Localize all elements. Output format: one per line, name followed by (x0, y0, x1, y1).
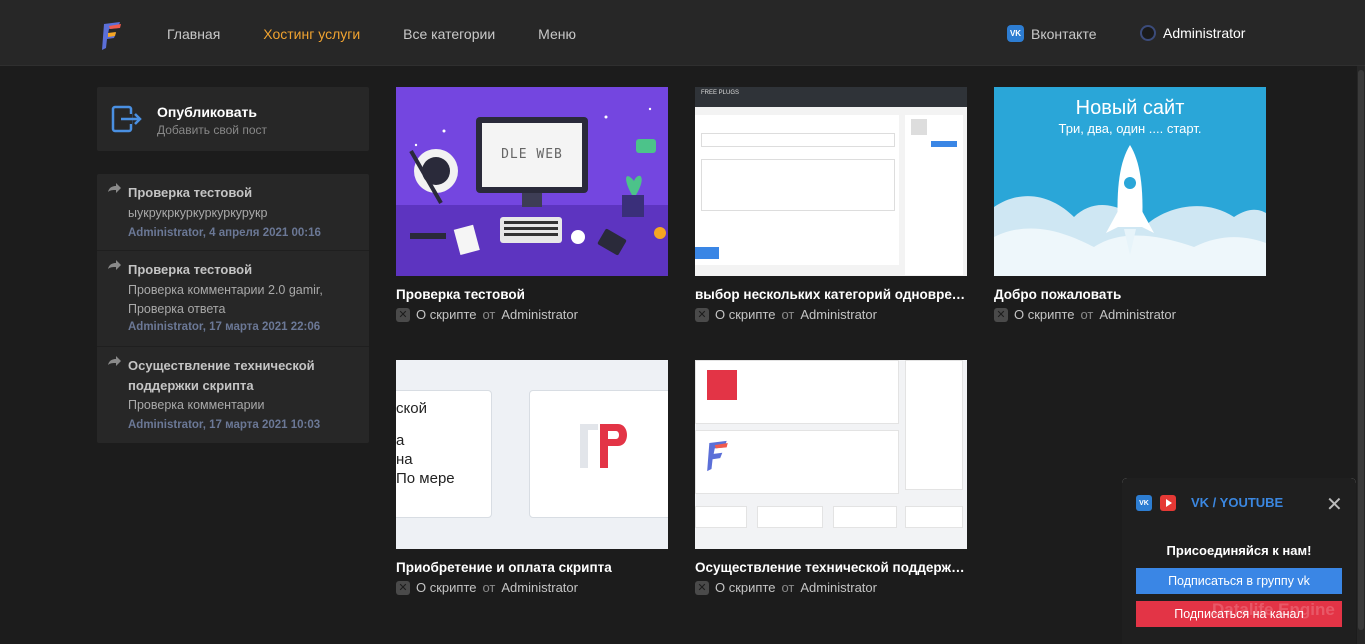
reply-arrow-icon (108, 183, 121, 193)
nav-hosting[interactable]: Хостинг услуги (263, 26, 360, 42)
category-icon: ✕ (396, 580, 410, 595)
comment-text: ыукрукркуркуркуркурукр (128, 206, 268, 220)
main-nav: Главная Хостинг услуги Все категории Мен… (167, 26, 619, 42)
post-meta: ✕ О скрипте от Administrator (695, 307, 877, 322)
popup-header: VK VK / YOUTUBE ✕ (1122, 478, 1356, 528)
post-title[interactable]: Проверка тестовой (396, 287, 668, 302)
comment-title[interactable]: Проверка тестовой (128, 183, 363, 203)
vk-icon: VK (1007, 25, 1024, 42)
thumb-text: DLE WEB (501, 147, 563, 162)
post-thumbnail[interactable] (695, 360, 967, 549)
popup-text: Присоединяйся к нам! (1166, 543, 1312, 558)
fp-logo (580, 424, 627, 468)
thumb-line: По мере (396, 470, 455, 487)
close-icon[interactable]: ✕ (1326, 492, 1343, 517)
comment-item[interactable]: Осуществление технической поддержки скри… (97, 347, 369, 443)
category-icon: ✕ (695, 580, 709, 595)
comment-title[interactable]: Проверка тестовой (128, 260, 363, 280)
popup-body: Присоединяйся к нам! Подписаться в групп… (1122, 528, 1356, 644)
reply-arrow-icon (108, 356, 121, 366)
comment-meta: Administrator, 17 марта 2021 22:06 (128, 321, 321, 333)
watermark: Datalife Engine (1212, 600, 1335, 619)
post-card[interactable]: DLE WEB Проверка тестовой ✕ О скрипте от… (396, 87, 668, 327)
post-meta: ✕ О скрипте от Administrator (994, 307, 1176, 322)
comment-item[interactable]: Проверка тестовой Проверка комментарии 2… (97, 251, 369, 347)
publish-title: Опубликовать (157, 104, 257, 120)
dle-web-illustration (396, 107, 668, 276)
post-title[interactable]: Осуществление технической поддержки скри… (695, 560, 967, 575)
post-title[interactable]: Добро пожаловать (994, 287, 1266, 302)
post-title[interactable]: выбор нескольких категорий одновременно (695, 287, 967, 302)
post-author[interactable]: Administrator (800, 307, 877, 322)
site-logo[interactable] (100, 20, 124, 52)
comment-text: Проверка комментарии 2.0 gamir, Проверка… (128, 283, 323, 316)
post-author[interactable]: Administrator (501, 307, 578, 322)
subscribe-vk-button[interactable]: Подписаться в группу vk (1136, 568, 1342, 594)
post-author[interactable]: Administrator (800, 580, 877, 595)
popup-title: VK / YOUTUBE (1191, 495, 1284, 510)
user-name: Administrator (1163, 25, 1246, 41)
category-icon: ✕ (695, 307, 709, 322)
post-title[interactable]: Приобретение и оплата скрипта (396, 560, 668, 575)
post-meta: ✕ О скрипте от Administrator (396, 307, 578, 322)
vk-icon: VK (1136, 495, 1152, 511)
post-thumbnail[interactable]: ской а на По мере (396, 360, 668, 549)
category-icon: ✕ (396, 307, 410, 322)
post-category[interactable]: О скрипте (416, 580, 476, 595)
post-card[interactable]: Новый сайт Три, два, один .... старт. До… (994, 87, 1266, 327)
vk-link-label: Вконтакте (1031, 25, 1097, 42)
post-by: от (482, 580, 496, 595)
user-menu[interactable]: Administrator (1140, 25, 1245, 41)
publish-subtitle: Добавить свой пост (157, 123, 267, 137)
thumb-subtitle: Три, два, один .... старт. (1058, 121, 1202, 136)
comment-item[interactable]: Проверка тестовой ыукрукркуркуркуркурукр… (97, 174, 369, 251)
nav-menu[interactable]: Меню (538, 26, 576, 42)
comment-meta: Administrator, 4 апреля 2021 00:16 (128, 227, 321, 239)
dle-logo-small (707, 440, 728, 472)
thumb-line: ской (396, 400, 427, 417)
post-meta: ✕ О скрипте от Administrator (695, 580, 877, 595)
comment-text: Проверка комментарии (128, 398, 265, 412)
thumb-title: Новый сайт (1075, 97, 1185, 119)
post-thumbnail[interactable]: DLE WEB (396, 87, 668, 276)
post-category[interactable]: О скрипте (416, 307, 476, 322)
post-card[interactable]: FREE PLUGS выбор нескольких категорий од… (695, 87, 967, 327)
post-thumbnail[interactable]: Новый сайт Три, два, один .... старт. (994, 87, 1266, 276)
post-category[interactable]: О скрипте (715, 307, 775, 322)
scrollbar-thumb[interactable] (1358, 70, 1364, 630)
post-by: от (781, 307, 795, 322)
category-icon: ✕ (994, 307, 1008, 322)
reply-arrow-icon (108, 260, 121, 270)
post-by: от (1080, 307, 1094, 322)
post-by: от (482, 307, 496, 322)
comment-title[interactable]: Осуществление технической поддержки скри… (128, 356, 363, 396)
thumb-line: а (396, 432, 405, 449)
post-card[interactable]: ской а на По мере Приобретение и оплата … (396, 360, 668, 600)
publish-icon (111, 105, 142, 133)
post-author[interactable]: Administrator (501, 580, 578, 595)
post-author[interactable]: Administrator (1099, 307, 1176, 322)
post-category[interactable]: О скрипте (1014, 307, 1074, 322)
comment-meta: Administrator, 17 марта 2021 10:03 (128, 419, 321, 431)
post-meta: ✕ О скрипте от Administrator (396, 580, 578, 595)
nav-home[interactable]: Главная (167, 26, 220, 42)
thumb-text: FREE PLUGS (701, 90, 740, 96)
user-avatar-icon (1140, 25, 1156, 41)
thumb-line: на (396, 451, 413, 468)
top-navbar: Главная Хостинг услуги Все категории Мен… (0, 0, 1365, 66)
post-card[interactable]: Осуществление технической поддержки скри… (695, 360, 967, 600)
youtube-icon (1160, 495, 1176, 511)
vk-link[interactable]: VK Вконтакте (1007, 25, 1097, 42)
post-category[interactable]: О скрипте (715, 580, 775, 595)
latest-comments: Проверка тестовой ыукрукркуркуркуркурукр… (97, 174, 369, 443)
publish-button[interactable]: Опубликовать Добавить свой пост (97, 87, 369, 151)
post-by: от (781, 580, 795, 595)
post-thumbnail[interactable]: FREE PLUGS (695, 87, 967, 276)
nav-all-categories[interactable]: Все категории (403, 26, 495, 42)
